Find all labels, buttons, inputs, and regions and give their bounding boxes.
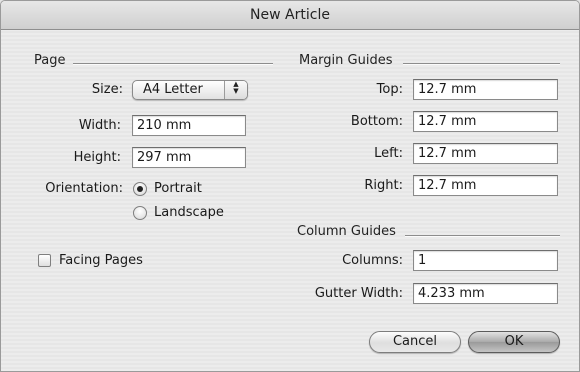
size-label: Size: [91, 82, 123, 97]
cancel-button[interactable]: Cancel [369, 331, 461, 353]
landscape-radio-label: Landscape [154, 205, 224, 220]
page-section-label: Page [34, 53, 66, 68]
column-guides-divider [405, 235, 560, 237]
dialog-title: New Article [1, 1, 579, 30]
ok-button[interactable]: OK [468, 331, 560, 353]
top-margin-label: Top: [376, 82, 403, 97]
new-article-dialog: New Article Page Size: A4 Letter ▲ ▼ Widt… [0, 0, 580, 372]
size-popup-value: A4 Letter [143, 82, 203, 97]
bottom-margin-field[interactable]: 12.7 mm [413, 111, 558, 132]
columns-field[interactable]: 1 [413, 250, 558, 271]
gutter-width-field[interactable]: 4.233 mm [413, 283, 558, 304]
page-section-divider [73, 63, 273, 65]
facing-pages-label: Facing Pages [59, 253, 143, 268]
columns-label: Columns: [342, 253, 403, 268]
landscape-radio[interactable] [133, 206, 147, 220]
orientation-label: Orientation: [45, 181, 123, 196]
top-margin-field[interactable]: 12.7 mm [413, 79, 558, 100]
margin-guides-divider [403, 63, 560, 65]
right-margin-label: Right: [364, 178, 403, 193]
column-guides-label: Column Guides [297, 224, 396, 239]
margin-guides-label: Margin Guides [299, 53, 393, 68]
height-field[interactable]: 297 mm [132, 147, 246, 168]
width-field[interactable]: 210 mm [132, 115, 246, 136]
width-label: Width: [78, 118, 121, 133]
left-margin-field[interactable]: 12.7 mm [413, 143, 558, 164]
size-popup[interactable]: A4 Letter ▲ ▼ [132, 80, 248, 100]
facing-pages-checkbox[interactable] [38, 254, 51, 267]
bottom-margin-label: Bottom: [350, 114, 403, 129]
portrait-radio-label: Portrait [154, 181, 202, 196]
left-margin-label: Left: [374, 146, 403, 161]
gutter-width-label: Gutter Width: [314, 286, 403, 301]
portrait-radio[interactable] [133, 182, 147, 196]
popup-arrows-icon: ▲ ▼ [224, 81, 247, 99]
height-label: Height: [73, 150, 121, 165]
right-margin-field[interactable]: 12.7 mm [413, 175, 558, 196]
